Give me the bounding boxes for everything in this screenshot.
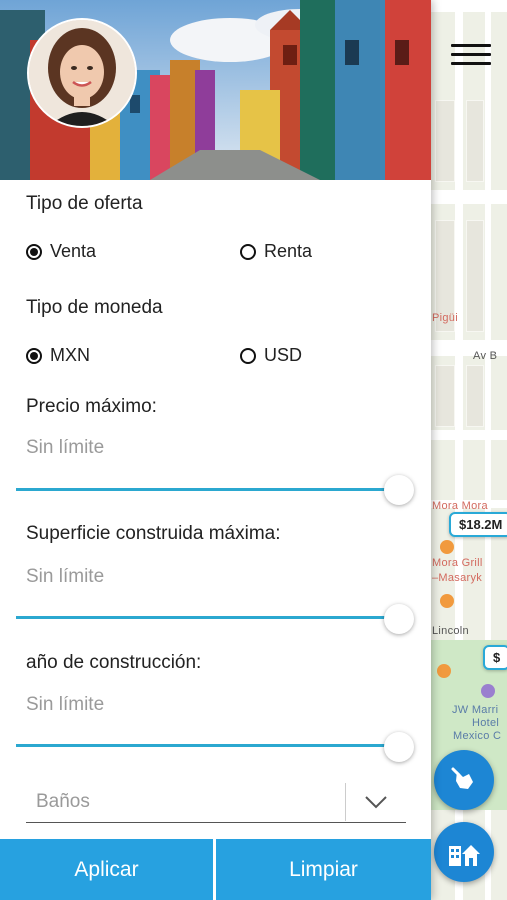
property-price-marker[interactable]: $ <box>483 645 507 670</box>
radio-usd[interactable]: USD <box>240 345 302 366</box>
clear-button[interactable]: Limpiar <box>216 839 431 900</box>
restaurant-pin-icon[interactable] <box>437 664 451 678</box>
restaurant-pin-icon[interactable] <box>440 540 454 554</box>
max-built-area-slider[interactable] <box>16 616 386 619</box>
max-price-label: Precio máximo: <box>26 396 157 417</box>
map-label: Hotel <box>472 717 500 729</box>
radio-unselected-icon <box>240 243 256 260</box>
map-label: –Masaryk <box>432 572 483 584</box>
map-label: JW Marri <box>452 704 499 716</box>
apply-button[interactable]: Aplicar <box>0 839 213 900</box>
map-block <box>466 100 484 182</box>
radio-selected-icon <box>26 243 42 260</box>
header-photo <box>0 0 431 180</box>
radio-unselected-icon <box>240 347 256 364</box>
map-label: Av B <box>473 350 498 362</box>
radio-venta[interactable]: Venta <box>26 241 96 262</box>
hotel-pin-icon[interactable] <box>481 684 495 698</box>
bathrooms-select[interactable]: Baños <box>26 782 406 823</box>
offer-type-label: Tipo de oferta <box>26 193 143 214</box>
restaurant-pin-icon[interactable] <box>440 594 454 608</box>
build-year-slider-thumb[interactable] <box>384 732 414 762</box>
max-price-slider-thumb[interactable] <box>384 475 414 505</box>
radio-selected-icon <box>26 347 42 364</box>
user-portrait <box>29 20 135 126</box>
map-block <box>466 365 484 427</box>
max-built-area-label: Superficie construida máxima: <box>26 523 281 544</box>
radio-renta[interactable]: Renta <box>240 241 312 262</box>
property-type-button[interactable] <box>434 822 494 882</box>
map-label: Pigüi <box>432 312 458 324</box>
max-built-area-value: Sin límite <box>26 566 105 587</box>
map-label: Mora Grill <box>432 557 483 569</box>
hamburger-icon <box>451 44 491 65</box>
map-street <box>431 190 507 204</box>
build-year-slider[interactable] <box>16 744 386 747</box>
building-home-icon <box>449 845 480 866</box>
filters-drawer: Tipo de oferta Venta Renta Tipo de moned… <box>0 0 431 900</box>
draw-area-button[interactable] <box>434 750 494 810</box>
map-street <box>431 0 507 12</box>
max-price-value: Sin límite <box>26 437 105 458</box>
radio-mxn-label: MXN <box>50 345 90 365</box>
radio-mxn[interactable]: MXN <box>26 345 90 366</box>
radio-renta-label: Renta <box>264 241 313 261</box>
property-price-marker[interactable]: $18.2M <box>449 512 507 537</box>
radio-venta-label: Venta <box>50 241 97 261</box>
bathrooms-select-value: Baños <box>36 791 90 812</box>
radio-usd-label: USD <box>264 345 303 365</box>
map-label: Lincoln <box>432 625 469 637</box>
map-label: Mexico C <box>453 730 502 742</box>
map-block <box>435 100 455 182</box>
menu-button[interactable] <box>451 44 491 68</box>
build-year-value: Sin límite <box>26 694 105 715</box>
max-built-area-slider-thumb[interactable] <box>384 604 414 634</box>
user-avatar[interactable] <box>27 18 137 128</box>
currency-type-label: Tipo de moneda <box>26 297 163 318</box>
hand-draw-icon <box>451 767 473 789</box>
max-price-slider[interactable] <box>16 488 386 491</box>
map-block <box>435 365 455 427</box>
map-block <box>466 220 484 332</box>
chevron-down-icon <box>346 795 406 809</box>
map-label: Mora Mora <box>432 500 488 512</box>
map-street <box>431 430 507 440</box>
build-year-label: año de construcción: <box>26 652 202 673</box>
